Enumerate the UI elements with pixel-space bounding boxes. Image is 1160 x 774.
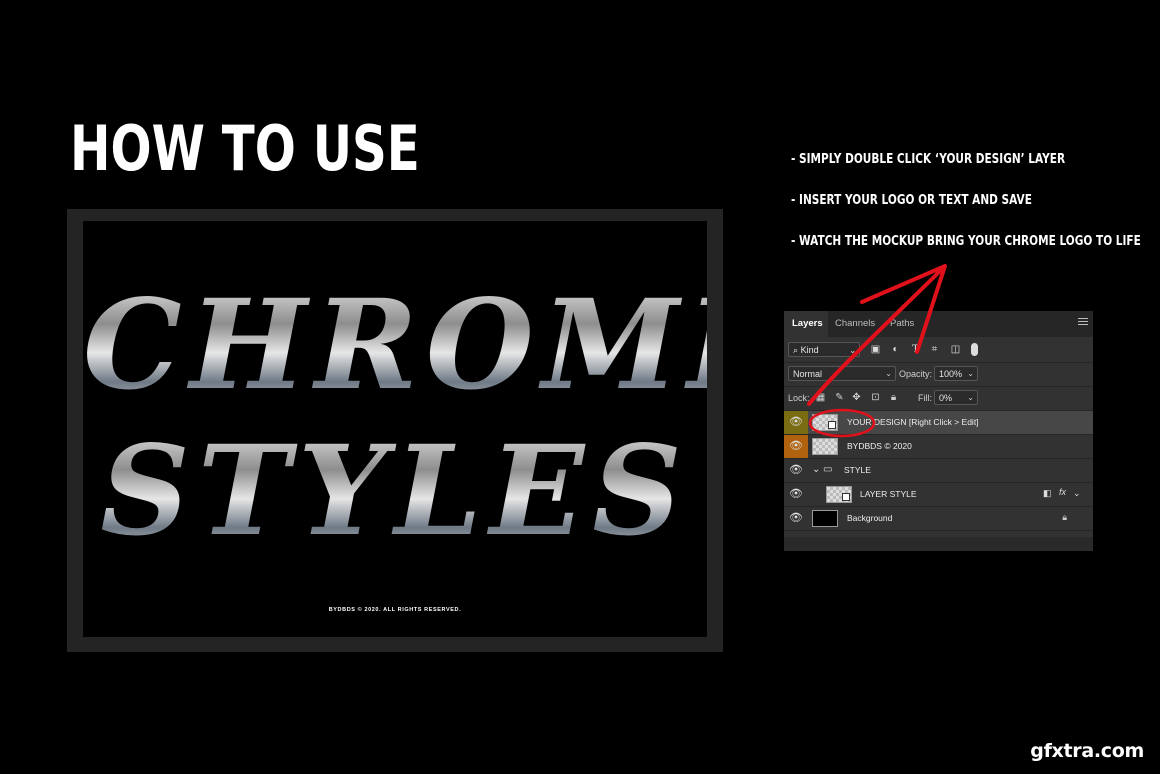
instruction-step-2: - INSERT YOUR LOGO OR TEXT AND SAVE (791, 192, 1032, 208)
layer-row-bydbds[interactable]: 👁︎ BYDBDS © 2020 (784, 435, 1093, 459)
layer-row-your-design[interactable]: 👁︎ YOUR DESIGN [Right Click > Edit] (784, 411, 1093, 435)
instruction-step-3: - WATCH THE MOCKUP BRING YOUR CHROME LOG… (791, 233, 1141, 249)
layer-row-layer-style[interactable]: 👁︎ LAYER STYLE ◧ fx ⌄ (784, 483, 1093, 507)
smart-object-icon (828, 421, 836, 429)
chevron-down-icon[interactable]: ⌄ (812, 464, 820, 475)
chevron-down-icon: ⌄ (885, 369, 892, 378)
smart-object-filter-icon[interactable]: ◫ (950, 344, 961, 355)
chevron-down-icon[interactable]: ⌄ (1073, 488, 1081, 499)
poster-title-line-2: STYLES (83, 419, 707, 564)
eye-icon[interactable]: 👁︎ (784, 507, 808, 530)
panel-menu-icon[interactable] (1078, 318, 1088, 326)
fx-icon[interactable]: fx (1059, 487, 1066, 497)
layer-thumbnail (812, 438, 838, 455)
fill-label: Fill: (918, 393, 932, 403)
layer-name: Background (847, 513, 893, 523)
poster-footer: BYDBDS © 2020. ALL RIGHTS RESERVED. (328, 607, 462, 613)
chevron-down-icon: ⌄ (849, 346, 856, 355)
opacity-value: 100% (939, 369, 963, 379)
instruction-list: - SIMPLY DOUBLE CLICK ‘YOUR DESIGN’ LAYE… (791, 151, 1160, 274)
poster-title-line-1: CHROME (83, 273, 790, 418)
layer-thumbnail (826, 486, 852, 503)
filter-kind-label: Kind (800, 345, 819, 355)
tab-paths[interactable]: Paths (890, 311, 914, 337)
tab-layers[interactable]: Layers (784, 311, 828, 337)
smart-filter-icon: ◧ (1043, 488, 1052, 498)
lock-icon: 🔒︎ (1062, 512, 1067, 522)
layer-name: BYDBDS © 2020 (847, 441, 912, 451)
smart-object-icon (842, 493, 850, 501)
divider (784, 362, 1093, 363)
folder-icon: ▭ (823, 464, 833, 475)
panel-footer (784, 537, 1093, 551)
layer-row-background[interactable]: 👁︎ Background 🔒︎ (784, 507, 1093, 531)
mockup-frame: CHROME STYLES BYDBDS © 2020. ALL RIGHTS … (67, 209, 790, 652)
mockup-poster: CHROME STYLES BYDBDS © 2020. ALL RIGHTS … (83, 221, 790, 637)
panel-tab-bar: Layers Channels Paths (784, 311, 1093, 337)
opacity-field[interactable]: 100% ⌄ (934, 366, 978, 381)
eye-icon[interactable]: 👁︎ (784, 459, 808, 482)
filter-toggle[interactable] (971, 343, 978, 356)
eye-icon[interactable]: 👁︎ (784, 411, 808, 434)
blend-mode-value: Normal (793, 369, 823, 379)
divider (784, 386, 1093, 387)
watermark: gfxtra.com (1030, 740, 1144, 762)
lock-label: Lock: (788, 393, 810, 403)
fill-field[interactable]: 0% ⌄ (934, 390, 978, 405)
opacity-label: Opacity: (899, 369, 933, 379)
lock-transparent-icon[interactable]: ▦ (815, 392, 826, 403)
layer-thumbnail (812, 510, 838, 527)
blend-mode-select[interactable]: Normal ⌄ (788, 366, 896, 381)
search-icon: ⌕ (793, 345, 799, 355)
lock-artboard-icon[interactable]: ⊡ (870, 392, 881, 403)
lock-all-icon[interactable]: 🔒︎ (888, 392, 899, 403)
layers-panel: Layers Channels Paths ⌕ Kind ⌄ ▣ ◐ T ⌗ ◫… (784, 311, 1093, 551)
layer-row-style-group[interactable]: 👁︎ ⌄ ▭ STYLE (784, 459, 1093, 483)
layer-thumbnail (812, 414, 838, 431)
adjustment-filter-icon[interactable]: ◐ (890, 344, 901, 355)
filter-kind-select[interactable]: ⌕ Kind ⌄ (788, 342, 860, 357)
chevron-down-icon: ⌄ (967, 369, 974, 378)
tab-channels[interactable]: Channels (835, 311, 875, 337)
fill-value: 0% (939, 393, 953, 403)
chevron-down-icon: ⌄ (967, 393, 974, 402)
shape-filter-icon[interactable]: ⌗ (929, 344, 940, 355)
eye-icon[interactable]: 👁︎ (784, 483, 808, 506)
pixel-filter-icon[interactable]: ▣ (870, 344, 881, 355)
eye-icon[interactable]: 👁︎ (784, 435, 808, 458)
lock-image-icon[interactable]: ✎ (834, 392, 845, 403)
type-filter-icon[interactable]: T (910, 344, 921, 355)
page-title: HOW TO USE (70, 112, 420, 185)
layer-name: STYLE (844, 465, 871, 475)
layer-name: LAYER STYLE (860, 489, 917, 499)
layer-name: YOUR DESIGN [Right Click > Edit] (847, 417, 979, 427)
instruction-step-1: - SIMPLY DOUBLE CLICK ‘YOUR DESIGN’ LAYE… (791, 151, 1066, 167)
lock-position-icon[interactable]: ✥ (851, 392, 862, 403)
